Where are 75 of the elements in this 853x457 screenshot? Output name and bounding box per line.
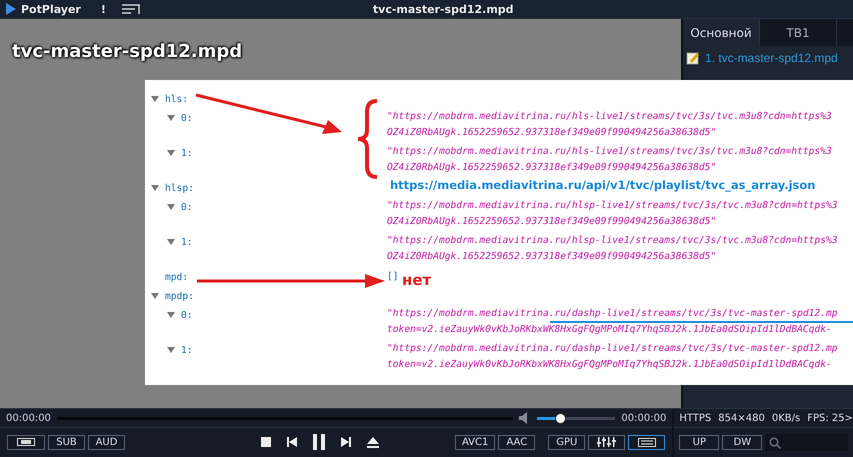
json-key: 1: xyxy=(181,344,193,356)
next-button[interactable] xyxy=(340,437,351,447)
prev-button[interactable] xyxy=(286,437,297,447)
osd-title: tvc-master-spd12.mpd xyxy=(12,41,242,62)
playlist-tab[interactable]: Основной xyxy=(683,19,760,46)
json-string-line: "https://mobdrm.mediavitrina.ru/hls-live1/streams/tvc/3s/tvc.m3u8?cdn=https%3 xyxy=(387,110,832,124)
next-icon xyxy=(340,437,351,447)
app-name[interactable]: PotPlayer xyxy=(21,2,81,16)
elapsed-time: 00:00:00 xyxy=(6,412,51,424)
expand-triangle-icon[interactable] xyxy=(167,115,175,121)
json-string-line: OZ4iZ0RbAUgk.1652259652.937318ef349e09f990494256a38638d5" xyxy=(387,161,718,175)
text-button[interactable]: AUD xyxy=(88,434,125,450)
playlist-item[interactable]: 1. tvc-master-spd12.mpd xyxy=(683,46,853,70)
json-string-line: "https://mobdrm.mediavitrina.ru/hlsp-live1/streams/tvc/3s/tvc.m3u8?cdn=https%3 xyxy=(387,199,838,213)
text-button[interactable]: AVC1 xyxy=(454,434,496,450)
expand-triangle-icon[interactable] xyxy=(151,185,159,191)
search-field[interactable] xyxy=(765,434,848,451)
text-button[interactable]: GPU xyxy=(548,434,586,450)
window-title: tvc-master-spd12.mpd xyxy=(372,2,514,16)
stop-icon xyxy=(260,437,271,447)
film-icon xyxy=(17,438,35,446)
expand-triangle-icon[interactable] xyxy=(167,239,175,245)
pause-button[interactable] xyxy=(312,434,325,450)
note-icon xyxy=(686,51,700,65)
equalizer-button[interactable] xyxy=(588,434,626,450)
json-string-line: OZ4iZ0RbAUgk.1652259652.937318ef349e09f990494256a38638d5" xyxy=(387,250,718,264)
json-string-line: "https://mobdrm.mediavitrina.ru/dashp-live1/streams/tvc/3s/tvc-master-spd12.mp xyxy=(387,307,838,321)
eject-icon xyxy=(366,436,379,448)
expand-triangle-icon[interactable] xyxy=(167,150,175,156)
play-logo-icon xyxy=(6,3,16,15)
json-key: 0: xyxy=(181,202,193,212)
json-string-line: OZ4iZ0RbAUgk.1652259652.937318ef349e09f990494256a38638d5" xyxy=(387,215,718,229)
screen-mode-button[interactable] xyxy=(7,434,45,450)
expand-triangle-icon[interactable] xyxy=(167,347,175,353)
expand-triangle-icon[interactable] xyxy=(167,204,175,210)
status-text: 854×480 xyxy=(718,412,765,424)
json-string-line: "https://mobdrm.mediavitrina.ru/dashp-live1/streams/tvc/3s/tvc-master-spd12.mp xyxy=(387,342,838,356)
eject-button[interactable] xyxy=(366,436,379,448)
json-key: hlsp: xyxy=(165,182,194,194)
volume-thumb[interactable] xyxy=(554,412,566,424)
previous-icon xyxy=(286,437,297,447)
search-icon xyxy=(769,436,782,448)
json-key: 0: xyxy=(181,310,193,320)
equalizer-icon xyxy=(596,437,617,447)
alert-mark[interactable]: ! xyxy=(100,2,106,16)
expand-triangle-icon[interactable] xyxy=(151,96,159,102)
text-button[interactable]: AAC xyxy=(498,434,536,450)
list-icon xyxy=(638,438,656,446)
json-string-line: token=v2.ieZauyWk0vKbJoRKbxWK8HxGgFQgMPoMIq7YhqSBJ2k.1JbEa0dSOipId1lDdBACqdk- xyxy=(387,358,833,372)
json-key: 1: xyxy=(181,148,193,158)
json-string-line: token=v2.ieZauyWk0vKbJoRKbxWK8HxGgFQgMPoMIq7YhqSBJ2k.1JbEa0dSOipId1lDdBACqdk- xyxy=(387,323,833,337)
expand-triangle-icon[interactable] xyxy=(167,312,175,318)
json-string-line: "https://mobdrm.mediavitrina.ru/hlsp-live1/streams/tvc/3s/tvc.m3u8?cdn=https%3 xyxy=(387,234,838,248)
text-button[interactable]: SUB xyxy=(48,434,85,450)
json-value: [] xyxy=(387,270,399,284)
json-key: mpdp: xyxy=(165,290,194,302)
json-string-line: OZ4iZ0RbAUgk.1652259652.937318ef349e09f990494256a38638d5" xyxy=(387,126,718,140)
pause-icon xyxy=(312,434,325,450)
json-string-line: "https://mobdrm.mediavitrina.ru/hls-live1/streams/tvc/3s/tvc.m3u8?cdn=https%3 xyxy=(387,145,832,159)
expand-triangle-icon[interactable] xyxy=(151,293,159,299)
menu-icon[interactable] xyxy=(122,4,140,14)
status-text: 0KB/s xyxy=(772,412,800,424)
json-key: mpd: xyxy=(165,272,188,282)
total-time: 00:00:00 xyxy=(621,412,666,424)
note-label: нет xyxy=(402,271,432,289)
json-key: hls: xyxy=(165,94,188,104)
status-text: FPS: 25> xyxy=(807,412,853,424)
text-button[interactable]: UP xyxy=(679,435,720,450)
playlist-button[interactable] xyxy=(628,434,666,450)
api-url-label: https://media.mediavitrina.ru/api/v1/tvc/playlist/tvc_as_array.json xyxy=(390,178,816,192)
status-text: HTTPS xyxy=(679,412,712,424)
text-button[interactable]: DW xyxy=(722,435,762,450)
stop-button[interactable] xyxy=(260,437,271,447)
json-key: 1: xyxy=(181,236,193,248)
json-key: 0: xyxy=(181,112,193,124)
